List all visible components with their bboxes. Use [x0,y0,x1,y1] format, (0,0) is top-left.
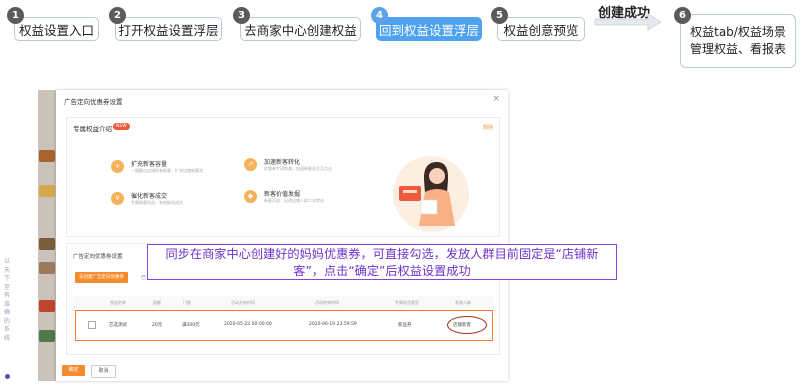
column-header: 权益名称 [110,300,126,305]
coupon-settings-modal: 广告定向优惠券设置 × 专属权益介绍 NEW 规则 + 扩充新客容量 一键触达店… [56,90,508,381]
column-header: 专属权益类型 [395,300,419,305]
trend-icon: ↗ [244,158,257,171]
step-3-number: 3 [233,7,250,24]
step-2-box[interactable]: 打开权益设置浮层 [115,17,222,41]
step-3-label: 去商家中心创建权益 [244,22,357,38]
benefit-desc: 一键触达店铺所有新客，扩充店铺新客池 [131,168,203,173]
table-header: 权益名称 面额 门槛 活动开始时间 活动结束时间 专属权益类型 发放人群 [73,296,493,308]
confirm-button[interactable]: 确定 [62,365,85,376]
step-4-box[interactable]: 回到权益设置浮层 [376,17,482,41]
step-6-box[interactable]: 权益tab/权益场景管理权益、看报表 [680,14,796,68]
background-thumbnail [39,300,55,312]
table-row[interactable]: 芯选测试 20元 满300元 2020-05-23 00:00:00 2020-… [75,310,493,341]
gift-icon: ◆ [244,190,257,203]
coupon-start-time: 2020-05-23 00:00:00 [224,322,272,327]
background-thumbnail [39,262,55,274]
coupon-end-time: 2020-06-19 23:59:59 [309,322,357,327]
benefit-desc: 新客沉淀，促进店铺人群二次转化 [264,198,324,203]
step-6-number: 6 [674,7,691,24]
benefit-desc: 优惠券专项刺激，加速新客关注至点击 [264,166,332,171]
column-header: 活动开始时间 [231,300,255,305]
create-coupon-button[interactable]: 去创建广告定向优惠券 [75,272,128,283]
coupon-amount: 20元 [152,323,163,328]
highlight-ellipse [447,316,487,334]
benefit-title: 新客价值发掘 [264,191,301,198]
step-1-label: 权益设置入口 [18,22,94,38]
background-thumbnail [39,238,55,250]
exclusive-benefit-card: 专属权益介绍 NEW 规则 + 扩充新客容量 一键触达店铺所有新客，扩充店铺新客… [66,117,500,237]
benefit-title: 催化新客成交 [131,193,168,200]
woman-illustration [393,156,469,232]
step-6-label: 权益tab/权益场景管理权益、看报表 [689,25,786,56]
step-4-number: 4 [371,7,388,24]
step-1-number: 1 [7,7,24,24]
coupon-name: 芯选测试 [109,323,127,328]
benefit-title: 扩充新客容量 [131,161,168,168]
step-1-box[interactable]: 权益设置入口 [14,17,99,41]
side-vertical-text: 以天下至有准确的系统 [4,258,11,342]
step-5-number: 5 [491,7,508,24]
rule-link[interactable]: 规则 [483,124,493,131]
new-badge: NEW [113,123,130,130]
pager-dot[interactable] [5,374,10,379]
coupon-threshold: 满300元 [182,323,200,328]
step-2-label: 打开权益设置浮层 [118,22,219,38]
history-tab[interactable]: 已 [141,274,146,281]
column-header: 发放人群 [455,300,471,305]
background-thumbnail-strip [38,90,56,381]
background-thumbnail [39,330,55,342]
step-4-label: 回到权益设置浮层 [378,22,479,38]
column-header: 活动结束时间 [315,300,339,305]
background-thumbnail [39,150,55,162]
user-plus-icon: + [111,160,124,173]
benefit-title: 加速新客转化 [264,159,301,166]
step-5-label: 权益创意预览 [503,22,579,38]
step-3-box[interactable]: 去商家中心创建权益 [240,17,361,41]
exclusive-benefit-title: 专属权益介绍 [73,125,112,133]
modal-title: 广告定向优惠券设置 [64,98,123,106]
coupon-section-title: 广告定向优惠券设置 [73,254,123,260]
background-thumbnail [39,185,55,197]
row-checkbox[interactable] [88,321,96,329]
arrow-right-icon [593,11,663,33]
annotation-callout: 同步在商家中心创建好的妈妈优惠券，可直接勾选，发放人群目前固定是“店铺新客”，点… [147,244,617,280]
column-header: 面额 [153,300,161,305]
step-2-number: 2 [109,7,126,24]
step-5-box[interactable]: 权益创意预览 [497,17,585,41]
column-header: 门槛 [183,300,191,305]
benefit-desc: 专属新客权益，有效催化成交 [131,200,183,205]
cart-icon: ¥ [111,192,124,205]
cancel-button[interactable]: 取消 [91,365,116,378]
close-icon[interactable]: × [492,94,500,104]
coupon-type: 新品券 [398,323,412,328]
